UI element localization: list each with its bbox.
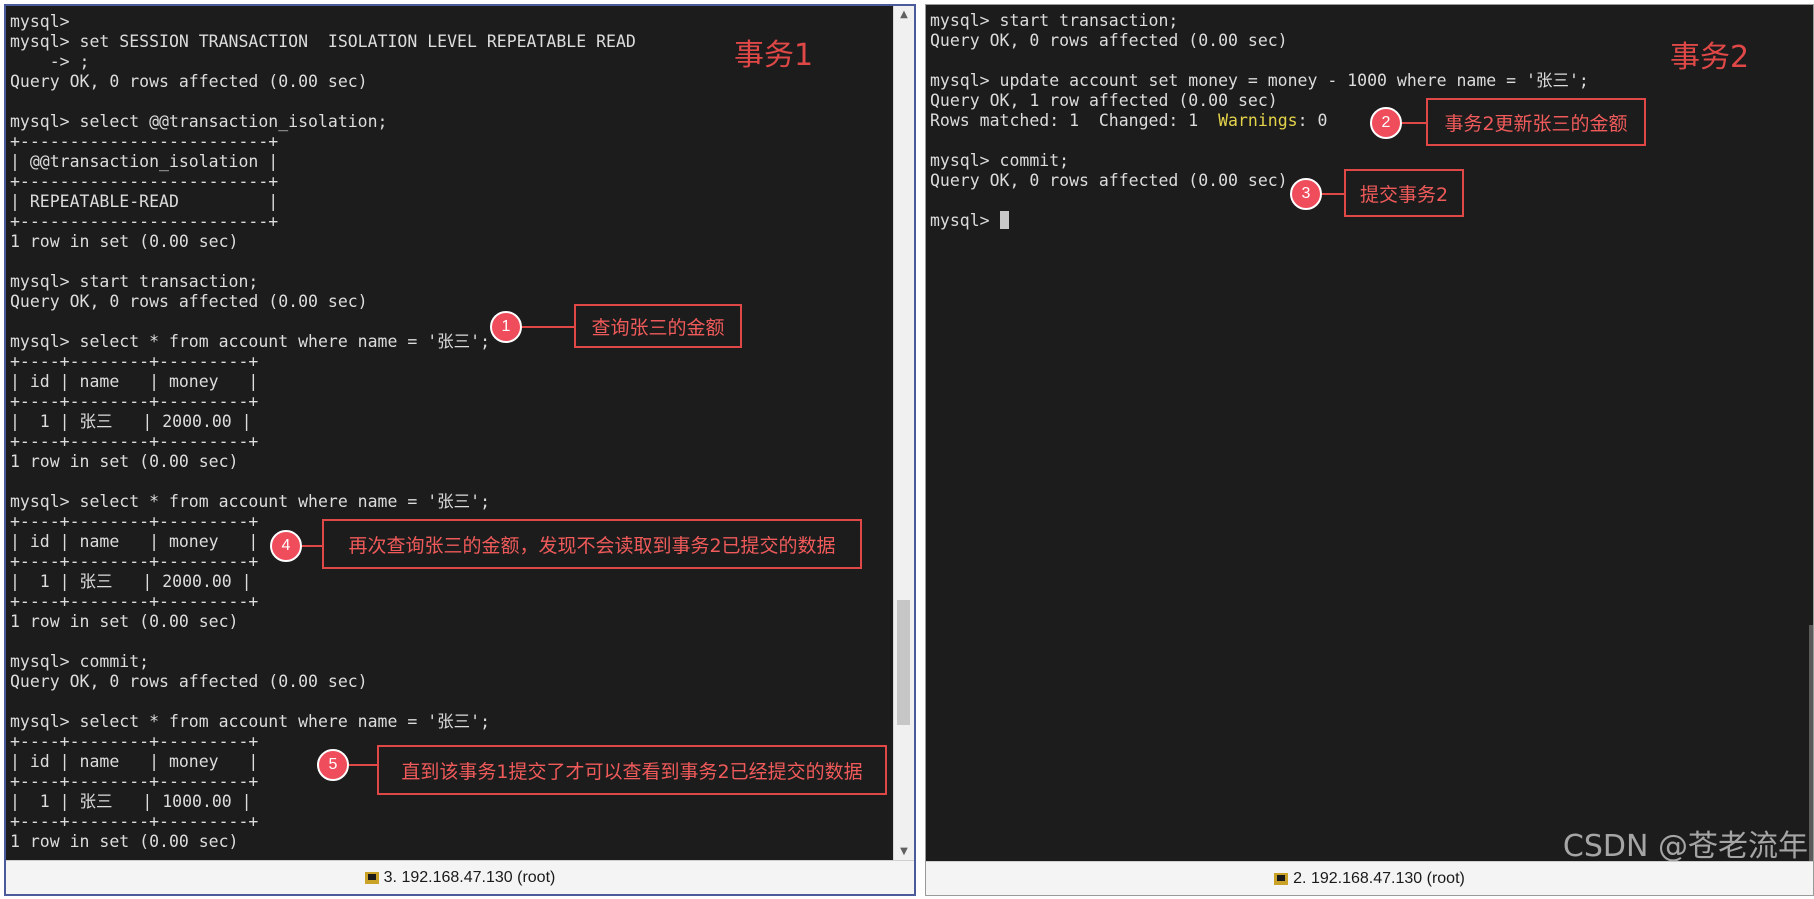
terminal-line: Query OK, 1 row affected (0.00 sec) (930, 91, 1278, 110)
annotation-2-leader (1402, 122, 1426, 124)
terminal-line: Query OK, 0 rows affected (0.00 sec) (10, 672, 368, 691)
transaction-2-title: 事务2 (1670, 40, 1750, 75)
terminal-line: | id | name | money | (10, 532, 259, 551)
annotation-4-note: 再次查询张三的金额，发现不会读取到事务2已提交的数据 (322, 519, 862, 569)
annotation-5-note: 直到该事务1提交了才可以查看到事务2已经提交的数据 (377, 745, 887, 795)
terminal-line: mysql> set SESSION TRANSACTION ISOLATION… (10, 32, 636, 51)
terminal-line: mysql> select @@transaction_isolation; (10, 112, 388, 131)
terminal-line: mysql> commit; (10, 652, 150, 671)
session-icon (1274, 872, 1289, 885)
terminal-line: mysql> commit; (930, 151, 1070, 170)
annotation-3-leader (1322, 193, 1344, 195)
terminal-line: Query OK, 0 rows affected (0.00 sec) (930, 31, 1288, 50)
warnings-label: Warnings (1218, 111, 1298, 130)
terminal-line: Query OK, 0 rows affected (0.00 sec) (10, 72, 368, 91)
terminal-line: +----+--------+---------+ (10, 552, 259, 571)
terminal-1-status-bar: 3. 192.168.47.130 (root) (6, 860, 914, 894)
terminal-line: +----+--------+---------+ (10, 732, 259, 751)
terminal-1-text: mysql> mysql> set SESSION TRANSACTION IS… (10, 12, 636, 852)
terminal-2-status-bar: 2. 192.168.47.130 (root) (926, 861, 1813, 895)
terminal-line: +-------------------------+ (10, 132, 279, 151)
terminal-line: | id | name | money | (10, 372, 259, 391)
terminal-line: +----+--------+---------+ (10, 812, 259, 831)
annotation-1-marker: 1 (490, 311, 522, 343)
terminal-line: mysql> select * from account where name … (10, 332, 491, 351)
warnings-count: : 0 (1297, 111, 1328, 130)
terminal-line: | REPEATABLE-READ | (10, 192, 279, 211)
terminal-line: | 1 | 张三 | 1000.00 | (10, 792, 252, 811)
annotation-4-marker: 4 (270, 530, 302, 562)
terminal-line: | 1 | 张三 | 2000.00 | (10, 412, 252, 431)
terminal-line: 1 row in set (0.00 sec) (10, 452, 239, 471)
annotation-5-marker: 5 (317, 749, 349, 781)
terminal-cursor (999, 211, 1009, 229)
terminal-line: +-------------------------+ (10, 212, 279, 231)
scrollbar-thumb[interactable] (897, 600, 910, 726)
terminal-line: Query OK, 0 rows affected (0.00 sec) (10, 292, 368, 311)
annotation-4-leader (302, 545, 322, 547)
annotation-1-leader (522, 326, 574, 328)
terminal-line: +----+--------+---------+ (10, 352, 259, 371)
terminal-line: | @@transaction_isolation | (10, 152, 279, 171)
terminal-line: Query OK, 0 rows affected (0.00 sec) (930, 171, 1288, 190)
terminal-line: +----+--------+---------+ (10, 512, 259, 531)
terminal-line: mysql> select * from account where name … (10, 492, 491, 511)
scroll-up-icon[interactable]: ▲ (894, 6, 914, 24)
terminal-line: 1 row in set (0.00 sec) (10, 612, 239, 631)
terminal-line: mysql> start transaction; (930, 11, 1179, 30)
terminal-pane-2[interactable]: mysql> start transaction; Query OK, 0 ro… (925, 4, 1814, 896)
annotation-3-marker: 3 (1290, 178, 1322, 210)
terminal-line: mysql> (930, 211, 1000, 230)
terminal-1-scrollbar[interactable]: ▲ ▼ (893, 6, 914, 861)
terminal-line: 1 row in set (0.00 sec) (10, 832, 239, 851)
terminal-line: +----+--------+---------+ (10, 592, 259, 611)
terminal-line: -> ; (10, 52, 90, 71)
terminal-line: | 1 | 张三 | 2000.00 | (10, 572, 252, 591)
annotation-1-note: 查询张三的金额 (574, 304, 742, 348)
session-icon (364, 871, 379, 884)
terminal-2-scroll-indicator (1809, 625, 1813, 861)
terminal-2-session-label: 2. 192.168.47.130 (root) (1293, 869, 1465, 887)
annotation-2-note: 事务2更新张三的金额 (1426, 98, 1646, 146)
terminal-line: +-------------------------+ (10, 172, 279, 191)
terminal-line: 1 row in set (0.00 sec) (10, 232, 239, 251)
transaction-1-title: 事务1 (734, 38, 814, 73)
terminal-line: | id | name | money | (10, 752, 259, 771)
terminal-line: mysql> (10, 12, 70, 31)
terminal-1-session-label: 3. 192.168.47.130 (root) (383, 868, 556, 886)
terminal-line: +----+--------+---------+ (10, 392, 259, 411)
terminal-line: mysql> start transaction; (10, 272, 259, 291)
annotation-5-leader (349, 764, 377, 766)
terminal-line: mysql> select * from account where name … (10, 712, 491, 731)
terminal-line: Rows matched: 1 Changed: 1 (930, 111, 1219, 130)
annotation-2-marker: 2 (1370, 107, 1402, 139)
csdn-watermark: CSDN @苍老流年 (1562, 829, 1808, 864)
terminal-2-output[interactable]: mysql> start transaction; Query OK, 0 ro… (926, 5, 1813, 862)
terminal-line: mysql> update account set money = money … (930, 71, 1589, 90)
terminal-line: +----+--------+---------+ (10, 772, 259, 791)
terminal-1-output[interactable]: mysql> mysql> set SESSION TRANSACTION IS… (6, 6, 894, 861)
scroll-down-icon[interactable]: ▼ (894, 843, 914, 861)
terminal-line: +----+--------+---------+ (10, 432, 259, 451)
annotation-3-note: 提交事务2 (1344, 169, 1464, 217)
